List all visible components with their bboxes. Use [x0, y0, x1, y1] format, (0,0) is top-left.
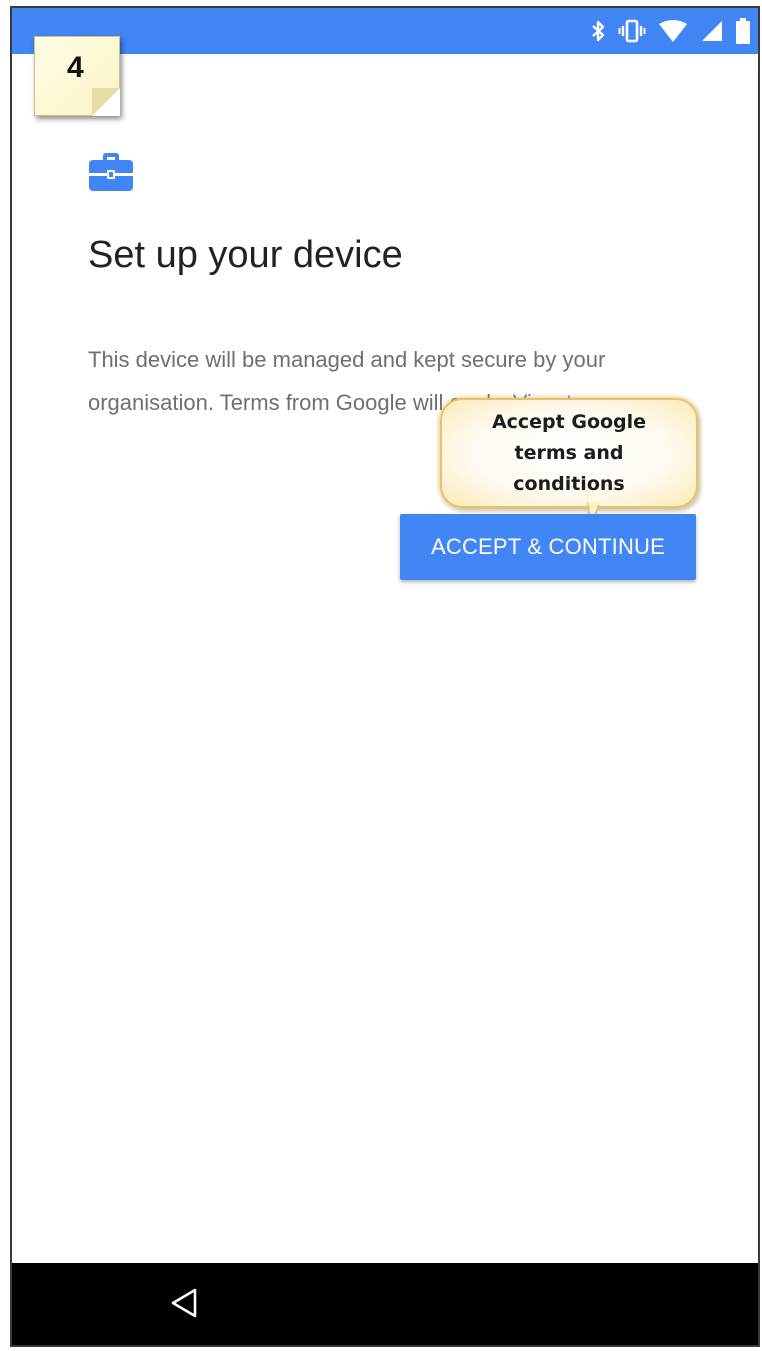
- navigation-bar: [12, 1263, 758, 1345]
- status-bar: [12, 8, 758, 54]
- briefcase-icon: [88, 152, 134, 197]
- step-number-note: 4: [34, 36, 120, 116]
- page-title: Set up your device: [88, 234, 403, 276]
- back-triangle-icon: [169, 1287, 199, 1324]
- wifi-icon: [658, 19, 688, 43]
- annotation-callout: Accept Google terms and conditions: [440, 398, 698, 508]
- battery-icon: [736, 18, 750, 44]
- device-screen: 4 Set up your device This device will be…: [10, 6, 760, 1347]
- accept-continue-button[interactable]: ACCEPT & CONTINUE: [400, 514, 696, 580]
- status-icons: [590, 16, 750, 46]
- note-curl: [92, 88, 120, 116]
- callout-text: Accept Google terms and conditions: [491, 410, 647, 495]
- bluetooth-icon: [590, 19, 606, 43]
- vibrate-icon: [618, 19, 646, 43]
- signal-icon: [700, 19, 724, 43]
- step-number: 4: [67, 51, 84, 84]
- back-button[interactable]: [162, 1283, 206, 1327]
